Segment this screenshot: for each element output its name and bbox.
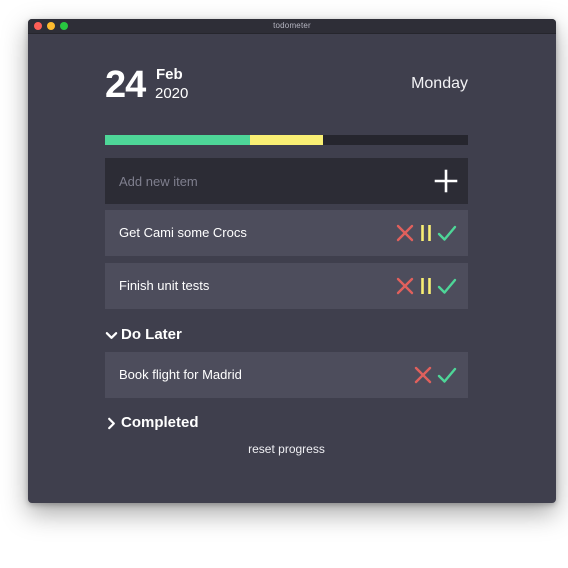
chevron-down-icon (105, 331, 118, 339)
delete-icon[interactable] (395, 223, 415, 243)
plus-icon[interactable] (434, 169, 458, 193)
check-icon[interactable] (437, 276, 457, 296)
date-weekday: Monday (411, 75, 468, 92)
pause-icon[interactable] (419, 223, 433, 243)
progress-paused-segment (250, 135, 323, 145)
title-bar[interactable]: todometer (28, 19, 556, 34)
date-header: 24 Feb 2020 Monday (105, 65, 468, 105)
todo-item-actions (395, 276, 457, 296)
do-later-heading: Do Later (121, 326, 182, 343)
add-item-input[interactable] (105, 158, 419, 204)
todo-item-label: Finish unit tests (119, 278, 210, 293)
chevron-right-icon (108, 417, 115, 429)
todo-item-actions (395, 223, 457, 243)
date-day: 24 (105, 64, 146, 106)
delete-icon[interactable] (395, 276, 415, 296)
check-icon[interactable] (437, 223, 457, 243)
progress-bar (105, 135, 468, 145)
todo-item: Get Cami some Crocs (105, 210, 468, 256)
progress-completed-segment (105, 135, 251, 145)
date-month: Feb (156, 66, 183, 83)
todo-item-label: Get Cami some Crocs (119, 225, 247, 240)
date-year: 2020 (155, 85, 189, 102)
do-later-toggle[interactable]: Do Later (105, 325, 182, 345)
window-title: todometer (273, 21, 311, 30)
completed-toggle[interactable]: Completed (105, 413, 199, 433)
add-item-row (105, 158, 468, 204)
delete-icon[interactable] (413, 365, 433, 385)
do-later-item-label: Book flight for Madrid (119, 367, 242, 382)
check-icon[interactable] (437, 365, 457, 385)
reset-progress-link[interactable]: reset progress (105, 441, 468, 457)
app-window: todometer 24 Feb 2020 Monday Get Cami so… (28, 19, 556, 503)
completed-heading: Completed (121, 414, 199, 431)
do-later-item: Book flight for Madrid (105, 352, 468, 398)
pause-icon[interactable] (419, 276, 433, 296)
todo-item: Finish unit tests (105, 263, 468, 309)
do-later-item-actions (413, 365, 457, 385)
